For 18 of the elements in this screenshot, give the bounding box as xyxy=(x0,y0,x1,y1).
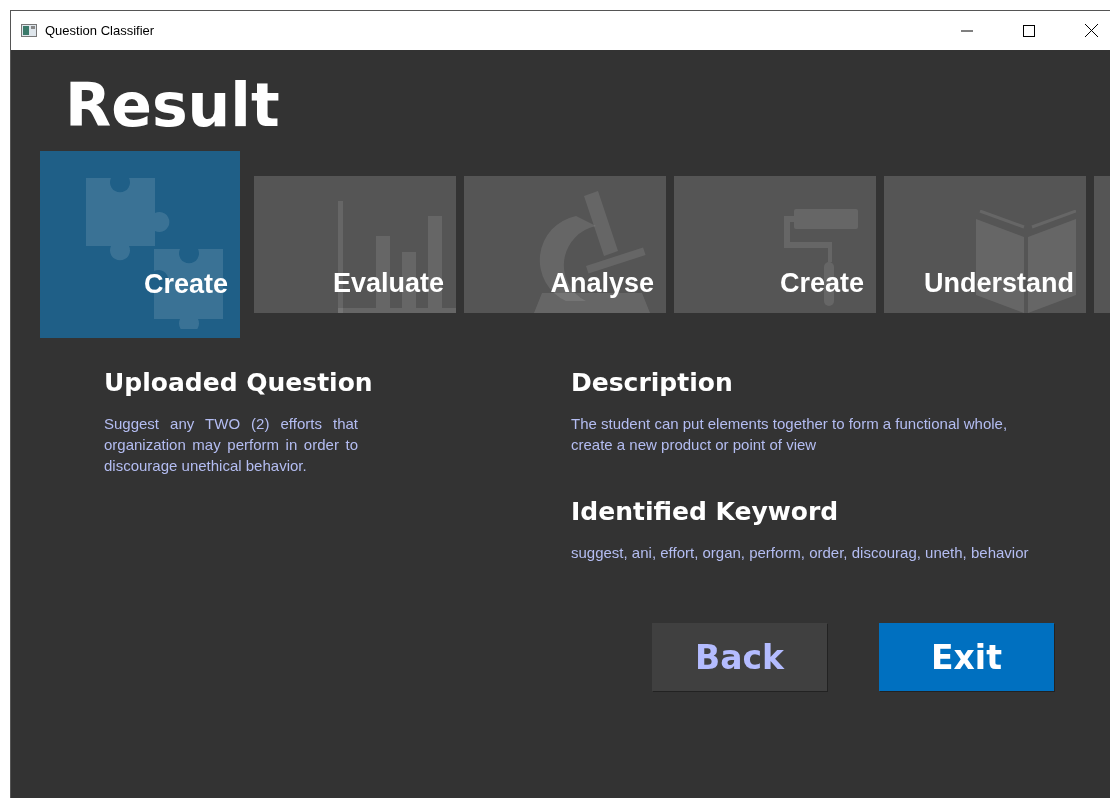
maximize-icon[interactable] xyxy=(1023,24,1035,37)
back-button[interactable]: Back xyxy=(652,623,827,691)
close-icon[interactable] xyxy=(1085,24,1098,37)
page-heading: Result xyxy=(65,70,281,140)
section-title: Identified Keyword xyxy=(571,497,840,526)
question-text: Suggest any TWO (2) efforts that organization may perform in order to discourage unethical behavior. xyxy=(104,414,358,476)
section-title: Description xyxy=(571,368,734,397)
category-card[interactable]: Understand xyxy=(884,175,1086,313)
category-card[interactable]: Evaluate xyxy=(254,175,456,313)
category-card[interactable]: Create xyxy=(674,175,876,313)
app-icon xyxy=(21,24,37,37)
category-card[interactable]: Create xyxy=(40,150,240,338)
window-title: Question Classifier xyxy=(45,23,155,38)
exit-button[interactable]: Exit xyxy=(879,623,1054,691)
description-text: The student can put elements together to form a functional whole, create a new product or point of view xyxy=(571,414,1009,455)
keyword-list: suggest, ani, effort, organ, perform, order, discourag, uneth, behavior xyxy=(571,542,1046,563)
section-title: Uploaded Question xyxy=(104,368,374,397)
category-card[interactable]: Analyse xyxy=(464,175,666,313)
